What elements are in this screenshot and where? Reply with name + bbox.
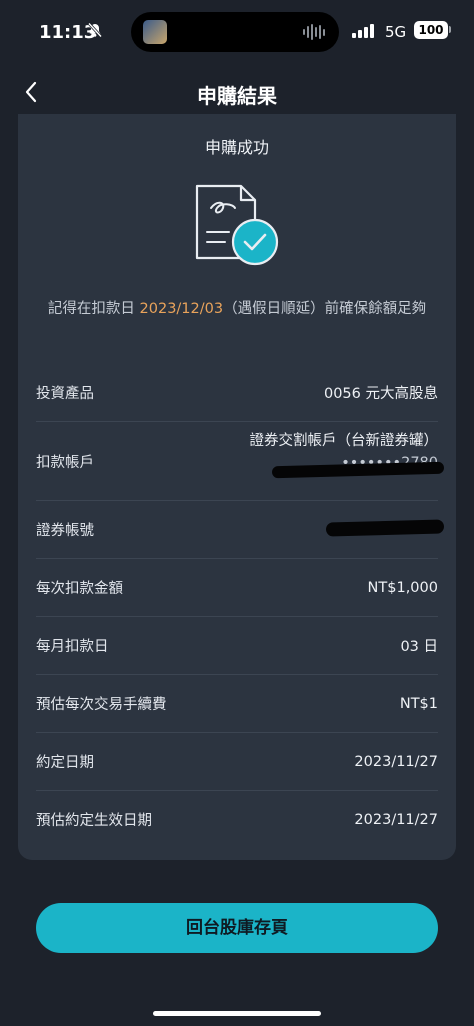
dynamic-island[interactable] xyxy=(131,12,339,52)
page-title: 申購結果 xyxy=(197,84,277,108)
notice-prefix: 記得在扣款日 xyxy=(47,301,140,317)
account-name: 證券交割帳戶（台新證券罐） xyxy=(249,433,439,449)
battery-tip xyxy=(449,26,451,33)
row-label: 證券帳號 xyxy=(36,523,94,539)
back-to-holdings-button[interactable]: 回台股庫存頁 xyxy=(36,903,438,953)
notice-suffix: （遇假日順延）前確保餘額足夠 xyxy=(223,301,427,317)
album-art-thumbnail xyxy=(143,20,167,44)
row-debit-day: 每月扣款日 03 日 xyxy=(36,617,438,675)
deduction-notice: 記得在扣款日 2023/12/03（遇假日順延）前確保餘額足夠 xyxy=(36,298,438,320)
detail-list: 投資產品 0056 元大高股息 扣款帳戶 證券交割帳戶（台新證券罐） •••••… xyxy=(36,364,445,848)
bell-slash-icon xyxy=(87,22,103,42)
row-label: 約定日期 xyxy=(36,755,94,771)
row-value: NT$1 xyxy=(399,695,438,712)
row-value: 2023/11/27 xyxy=(354,753,438,770)
row-label: 每次扣款金額 xyxy=(36,581,123,597)
network-type: 5G xyxy=(385,23,407,41)
home-indicator[interactable] xyxy=(153,1011,321,1016)
row-label: 扣款帳戶 xyxy=(36,454,94,471)
row-agreement-date: 約定日期 2023/11/27 xyxy=(36,733,438,791)
signal-icon xyxy=(352,24,374,38)
success-title: 申購成功 xyxy=(204,138,269,157)
status-bar: 11:13 5G 100 xyxy=(0,0,474,64)
battery-icon: 100 xyxy=(414,21,448,39)
nav-bar: 申購結果 xyxy=(0,64,474,120)
row-label: 預估約定生效日期 xyxy=(36,813,152,829)
row-label: 預估每次交易手續費 xyxy=(36,697,167,713)
row-label: 每月扣款日 xyxy=(36,639,109,655)
row-value: NT$1,000 xyxy=(367,579,438,596)
row-label: 投資產品 xyxy=(36,386,94,402)
row-value: 0056 元大高股息 xyxy=(323,386,438,402)
row-effective-date: 預估約定生效日期 2023/11/27 xyxy=(36,791,438,848)
row-securities-account: 證券帳號 xyxy=(36,501,445,559)
result-card: 申購成功 記得在扣款日 2023/12/03（遇假日順延）前確保餘額足夠 投資產… xyxy=(18,114,456,860)
redaction-mark xyxy=(325,519,445,537)
notice-date: 2023/12/03 xyxy=(139,301,224,317)
row-fee: 預估每次交易手續費 NT$1 xyxy=(36,675,438,733)
audio-wave-icon xyxy=(303,24,325,40)
row-product: 投資產品 0056 元大高股息 xyxy=(36,364,438,422)
row-value: 03 日 xyxy=(400,639,438,655)
row-debit-account: 扣款帳戶 證券交割帳戶（台新證券罐） •••••••2780 xyxy=(36,422,445,501)
row-debit-amount: 每次扣款金額 NT$1,000 xyxy=(36,559,438,617)
row-value: 2023/11/27 xyxy=(354,811,438,828)
document-check-icon xyxy=(191,182,283,268)
